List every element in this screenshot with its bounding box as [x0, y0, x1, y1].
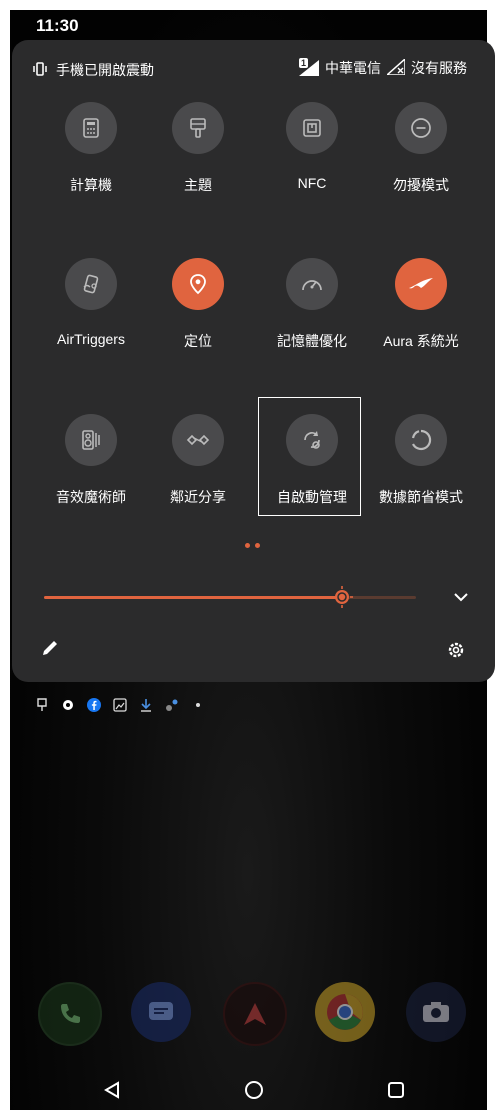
tile-nfc[interactable]: NFC: [257, 102, 367, 191]
tile-label: 勿擾模式: [393, 177, 449, 193]
vibrate-text: 手機已開啟震動: [56, 62, 154, 78]
tile-audio-wizard[interactable]: 音效魔術師: [36, 414, 146, 507]
phone-app-icon[interactable]: [38, 982, 102, 1046]
signal-icon: 1: [299, 58, 319, 76]
brightness-thumb-icon[interactable]: [330, 585, 354, 609]
brightness-slider[interactable]: [44, 586, 416, 608]
audio-wizard-icon: [65, 414, 117, 466]
page-indicator: [245, 543, 260, 548]
nearby-share-icon: [172, 414, 224, 466]
tile-label: NFC: [297, 175, 327, 191]
facebook-icon: [86, 697, 102, 713]
sim-badge: 1: [299, 58, 309, 68]
do-not-disturb-icon: [395, 102, 447, 154]
gear-icon[interactable]: [446, 640, 468, 662]
tile-location[interactable]: 定位: [143, 258, 253, 351]
airtriggers-icon: [65, 258, 117, 310]
tile-label: 記憶體優化: [277, 333, 347, 349]
tile-calculator[interactable]: 計算機: [36, 102, 146, 195]
more-dot-icon: [190, 697, 206, 713]
recents-icon[interactable]: [384, 1078, 408, 1102]
theme-brush-icon: [172, 102, 224, 154]
status-time: 11:30: [36, 16, 79, 35]
page-dot: [255, 543, 260, 548]
messages-app-icon[interactable]: [131, 982, 191, 1042]
settings-notification-icon: [60, 697, 76, 713]
vibrate-icon: [32, 61, 48, 79]
vibrate-status: 手機已開啟震動: [32, 60, 154, 80]
carrier-status: 1 中華電信 沒有服務: [299, 56, 467, 78]
status-bar: 11:30: [0, 10, 495, 38]
back-icon[interactable]: [100, 1078, 124, 1102]
tile-nearby-share[interactable]: 鄰近分享: [143, 414, 253, 507]
home-icon[interactable]: [242, 1078, 266, 1102]
brightness-fill: [44, 596, 342, 599]
tile-theme[interactable]: 主題: [143, 102, 253, 195]
chrome-icon[interactable]: [315, 982, 375, 1042]
tile-label: 定位: [184, 333, 212, 349]
image-icon: [112, 697, 128, 713]
tile-label: Aura 系統光: [383, 333, 459, 349]
rog-aura-icon: [395, 258, 447, 310]
data-saver-icon: [395, 414, 447, 466]
edit-pencil-icon[interactable]: [40, 638, 62, 660]
tile-do-not-disturb[interactable]: 勿擾模式: [366, 102, 476, 195]
no-signal-icon: [385, 56, 406, 78]
calculator-icon: [65, 102, 117, 154]
camera-app-icon[interactable]: [406, 982, 466, 1042]
download-icon: [138, 697, 154, 713]
service-status: 沒有服務: [411, 60, 467, 76]
selection-highlight: [258, 397, 361, 516]
tile-label: 主題: [184, 177, 212, 193]
tile-label: 數據節省模式: [379, 489, 463, 505]
tile-aura-light[interactable]: Aura 系統光: [366, 258, 476, 351]
tile-label: 音效魔術師: [56, 489, 126, 505]
quick-settings-panel: 手機已開啟震動 1 中華電信 沒有服務 計算機 主題 NFC 勿擾模式 AirT…: [12, 40, 495, 682]
tile-label: 鄰近分享: [170, 489, 226, 505]
tile-data-saver[interactable]: 數據節省模式: [366, 414, 476, 507]
home-dock: [38, 982, 468, 1046]
chevron-down-icon[interactable]: [450, 586, 472, 608]
tile-memory-boost[interactable]: 記憶體優化: [257, 258, 367, 351]
app-update-icon: [164, 697, 180, 713]
navigation-app-icon[interactable]: [223, 982, 287, 1046]
notification-icons-row: [34, 697, 206, 713]
location-icon: [172, 258, 224, 310]
pin-icon: [34, 697, 50, 713]
nfc-icon: [286, 102, 338, 154]
carrier-name: 中華電信: [325, 60, 381, 76]
memory-boost-icon: [286, 258, 338, 310]
tile-label: 計算機: [70, 177, 112, 193]
navigation-bar: [0, 1070, 495, 1110]
tile-label: AirTriggers: [57, 331, 125, 347]
tile-airtriggers[interactable]: AirTriggers: [36, 258, 146, 347]
bottom-border: [0, 1110, 495, 1120]
page-dot: [245, 543, 250, 548]
